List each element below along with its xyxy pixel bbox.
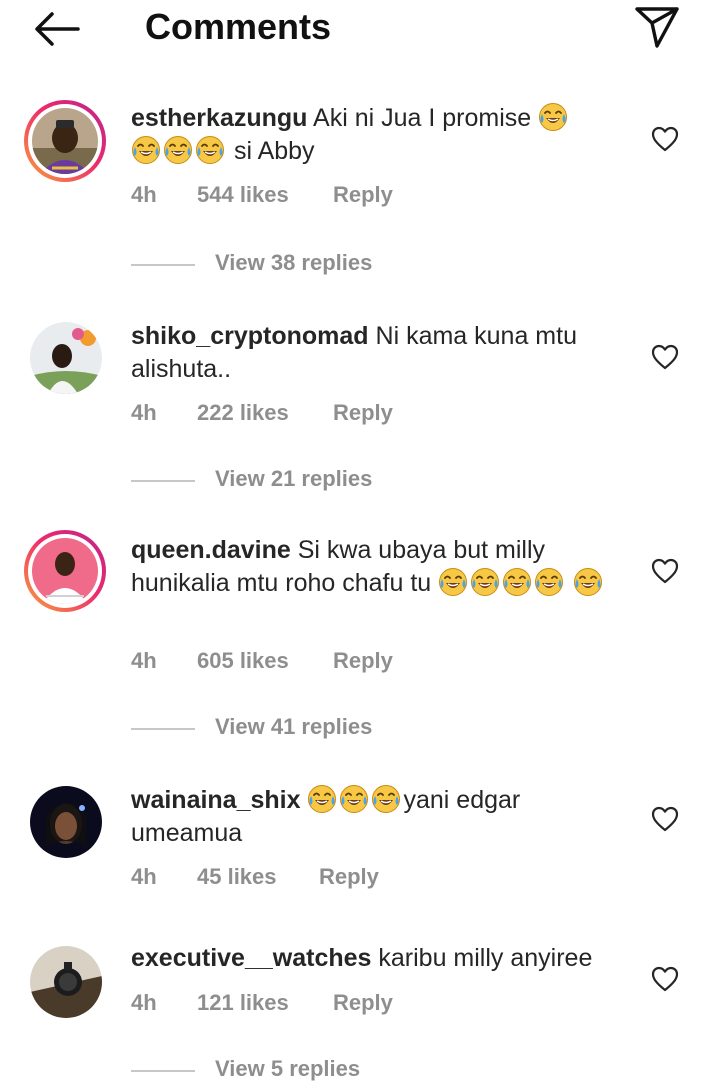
tears-of-joy-emoji-icon [573, 567, 603, 597]
comment-item: executive__watches karibu milly anyiree … [0, 942, 720, 1087]
reply-button[interactable]: Reply [333, 182, 393, 208]
comment-item: shiko_cryptonomad Ni kama kuna mtu alish… [0, 318, 720, 498]
top-bar: Comments [0, 0, 720, 60]
comment-likes[interactable]: 45 likes [197, 864, 277, 890]
comment-text: karibu milly anyiree [378, 944, 593, 972]
comment-time: 4h [131, 182, 157, 207]
tears-of-joy-emoji-icon [163, 135, 193, 165]
divider-line [131, 480, 195, 482]
arrow-left-icon [35, 12, 80, 46]
like-heart-icon[interactable] [651, 558, 679, 584]
tears-of-joy-emoji-icon [371, 784, 401, 814]
tears-of-joy-emoji-icon [438, 567, 468, 597]
comment-text-continued: si Abby [233, 137, 315, 165]
like-heart-icon[interactable] [651, 966, 679, 992]
divider-line [131, 264, 195, 266]
divider-line [131, 728, 195, 730]
comment-time: 4h [131, 400, 157, 425]
comment-likes[interactable]: 121 likes [197, 990, 289, 1016]
comment-item: wainaina_shix yani edgar umeamua 4h 45 l… [0, 784, 720, 894]
tears-of-joy-emoji-icon [470, 567, 500, 597]
comment-time: 4h [131, 648, 157, 673]
comment-likes[interactable]: 605 likes [197, 648, 289, 674]
comment-username[interactable]: wainaina_shix [131, 786, 301, 814]
tears-of-joy-emoji-icon [131, 135, 161, 165]
tears-of-joy-emoji-icon [502, 567, 532, 597]
comment-time: 4h [131, 990, 157, 1015]
view-replies-label: View 21 replies [215, 466, 373, 491]
avatar[interactable] [30, 786, 102, 858]
tears-of-joy-emoji-icon [339, 784, 369, 814]
view-replies-label: View 5 replies [215, 1056, 361, 1081]
avatar[interactable] [24, 100, 106, 182]
profile-photo [32, 538, 98, 604]
tears-of-joy-emoji-icon [538, 102, 568, 132]
like-heart-icon[interactable] [651, 806, 679, 832]
profile-photo [32, 108, 98, 174]
paper-plane-icon [635, 7, 679, 48]
profile-photo [30, 322, 102, 394]
tears-of-joy-emoji-icon [195, 135, 225, 165]
tears-of-joy-emoji-icon [534, 567, 564, 597]
comment-username[interactable]: estherkazungu [131, 104, 307, 132]
back-button[interactable] [30, 8, 84, 50]
avatar[interactable] [30, 946, 102, 1018]
reply-button[interactable]: Reply [333, 990, 393, 1016]
reply-button[interactable]: Reply [333, 648, 393, 674]
profile-photo [30, 946, 102, 1018]
view-replies-label: View 38 replies [215, 250, 373, 275]
tears-of-joy-emoji-icon [307, 784, 337, 814]
avatar[interactable] [30, 322, 102, 394]
comment-likes[interactable]: 222 likes [197, 400, 289, 426]
reply-button[interactable]: Reply [333, 400, 393, 426]
reply-button[interactable]: Reply [319, 864, 379, 890]
profile-photo [30, 786, 102, 858]
comment-item: estherkazungu Aki ni Jua I promise si Ab… [0, 96, 720, 276]
comment-username[interactable]: shiko_cryptonomad [131, 322, 369, 350]
comment-time: 4h [131, 864, 157, 889]
share-button[interactable] [632, 4, 682, 50]
divider-line [131, 1070, 195, 1072]
comment-username[interactable]: queen.davine [131, 536, 291, 564]
avatar[interactable] [24, 530, 106, 612]
comment-username[interactable]: executive__watches [131, 944, 371, 972]
comment-text: Aki ni Jua I promise [313, 104, 532, 132]
comment-item: queen.davine Si kwa ubaya but milly huni… [0, 530, 720, 750]
like-heart-icon[interactable] [651, 344, 679, 370]
view-replies-label: View 41 replies [215, 714, 373, 739]
like-heart-icon[interactable] [651, 126, 679, 152]
page-title: Comments [145, 6, 332, 47]
comment-likes[interactable]: 544 likes [197, 182, 289, 208]
